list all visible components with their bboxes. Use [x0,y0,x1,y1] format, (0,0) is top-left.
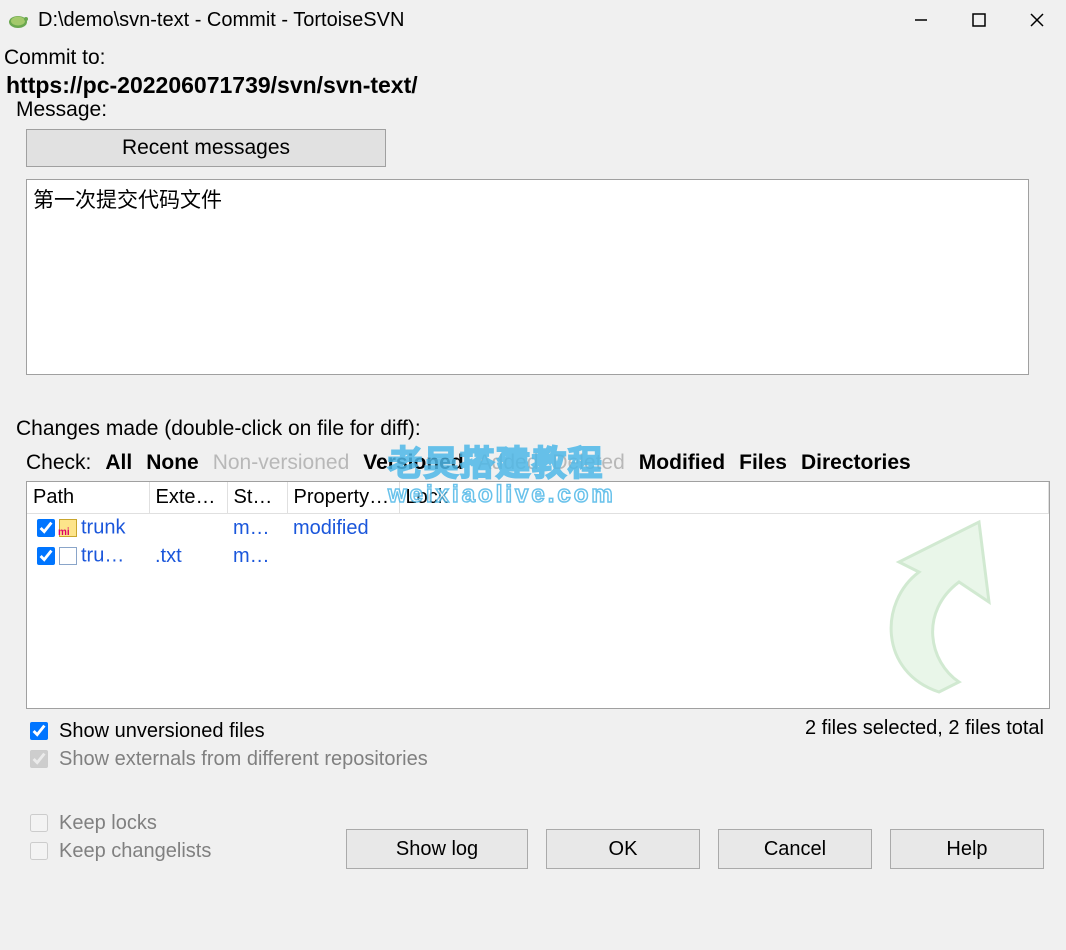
titlebar: D:\demo\svn-text - Commit - TortoiseSVN [0,0,1066,40]
col-property[interactable]: Property… [287,482,399,514]
message-group: Message: Recent messages [4,113,1054,385]
show-log-button[interactable]: Show log [346,829,528,869]
keep-locks-label: Keep locks [59,812,157,835]
show-externals-checkbox [30,750,48,768]
summary-row: Show unversioned files Show externals fr… [4,709,1060,773]
changes-label: Changes made (double-click on file for d… [16,417,1060,441]
cell-status: m… [227,542,287,570]
keep-locks-checkbox [30,814,48,832]
maximize-button[interactable] [950,0,1008,40]
file-list: Path Exte… St… Property… Lock mitrunk m…… [26,481,1050,709]
filter-files[interactable]: Files [739,451,787,475]
commit-to-label: Commit to: [4,46,1060,70]
check-filter-row: Check: All None Non-versioned Versioned … [4,451,1060,481]
keep-changelists-checkbox [30,842,48,860]
recent-messages-button[interactable]: Recent messages [26,129,386,167]
keep-changelists-label: Keep changelists [59,840,211,863]
message-legend: Message: [16,98,107,122]
col-ext[interactable]: Exte… [149,482,227,514]
cancel-button[interactable]: Cancel [718,829,872,869]
tortoise-icon [6,8,30,32]
cell-prop [287,542,399,570]
minimize-button[interactable] [892,0,950,40]
cell-ext: .txt [149,542,227,570]
check-label: Check: [26,451,91,475]
cell-prop: modified [287,514,399,543]
filter-versioned[interactable]: Versioned [363,451,463,475]
close-button[interactable] [1008,0,1066,40]
window-title: D:\demo\svn-text - Commit - TortoiseSVN [38,9,892,32]
commit-url: https://pc-202206071739/svn/svn-text/ [4,72,1060,99]
cell-ext [149,514,227,543]
filter-none[interactable]: None [146,451,199,475]
filter-nonversioned: Non-versioned [213,451,350,475]
help-button[interactable]: Help [890,829,1044,869]
col-path[interactable]: Path [27,482,149,514]
file-path[interactable]: tru… [81,544,124,566]
commit-arrow-icon [839,502,1039,708]
show-externals-label: Show externals from different repositori… [59,748,428,771]
cell-status: m… [227,514,287,543]
show-unversioned-label: Show unversioned files [59,720,265,743]
filter-modified[interactable]: Modified [639,451,725,475]
filter-directories[interactable]: Directories [801,451,911,475]
selection-summary: 2 files selected, 2 files total [805,717,1044,773]
file-icon [59,547,77,565]
row-checkbox[interactable] [37,547,55,565]
filter-deleted: Deleted [552,451,624,475]
file-path[interactable]: trunk [81,516,125,538]
filter-added: Added [478,451,539,475]
row-checkbox[interactable] [37,519,55,537]
col-status[interactable]: St… [227,482,287,514]
show-unversioned-checkbox[interactable] [30,722,48,740]
commit-message-input[interactable] [26,179,1029,375]
folder-icon: mi [59,519,77,537]
filter-all[interactable]: All [105,451,132,475]
ok-button[interactable]: OK [546,829,700,869]
